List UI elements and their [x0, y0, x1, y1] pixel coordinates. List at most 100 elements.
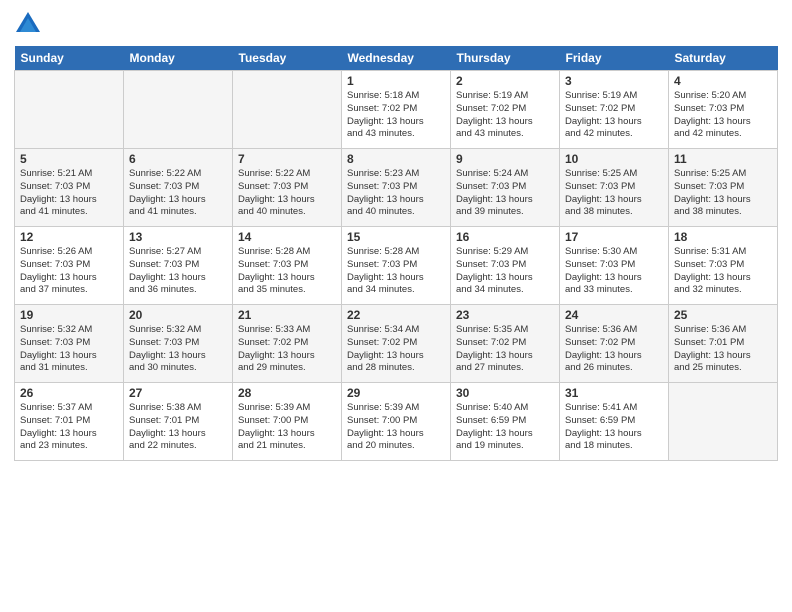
- day-number: 2: [456, 74, 554, 88]
- calendar-cell: 29Sunrise: 5:39 AM Sunset: 7:00 PM Dayli…: [342, 383, 451, 461]
- day-info: Sunrise: 5:36 AM Sunset: 7:01 PM Dayligh…: [674, 324, 772, 375]
- calendar-cell: 24 Sunrise: 5:36 AM Sunset: 7:02 PM Dayli…: [560, 305, 669, 383]
- calendar-table: SundayMondayTuesdayWednesdayThursdayFrid…: [14, 46, 778, 461]
- calendar-cell: 18 Sunrise: 5:31 AM Sunset: 7:03 PM Dayli…: [669, 227, 778, 305]
- day-info: Sunrise: 5:25 AM Sunset: 7:03 PM Dayligh…: [674, 168, 772, 219]
- day-number: 27: [129, 386, 227, 400]
- col-header-thursday: Thursday: [451, 46, 560, 71]
- day-info: Sunrise: 5:35 AM Sunset: 7:02 PM Dayligh…: [456, 324, 554, 375]
- calendar-cell: 19 Sunrise: 5:32 AM Sunset: 7:03 PM Dayli…: [15, 305, 124, 383]
- calendar-cell: 15 Sunrise: 5:28 AM Sunset: 7:03 PM Dayli…: [342, 227, 451, 305]
- day-number: 1: [347, 74, 445, 88]
- calendar-cell: [15, 71, 124, 149]
- calendar-cell: 2 Sunrise: 5:19 AM Sunset: 7:02 PM Daylig…: [451, 71, 560, 149]
- col-header-sunday: Sunday: [15, 46, 124, 71]
- week-row-1: 1 Sunrise: 5:18 AM Sunset: 7:02 PM Daylig…: [15, 71, 778, 149]
- day-number: 19: [20, 308, 118, 322]
- day-info: Sunrise: 5:41 AM Sunset: 6:59 PM Dayligh…: [565, 402, 663, 453]
- calendar-cell: 20 Sunrise: 5:32 AM Sunset: 7:03 PM Dayli…: [124, 305, 233, 383]
- day-number: 5: [20, 152, 118, 166]
- col-header-saturday: Saturday: [669, 46, 778, 71]
- day-number: 21: [238, 308, 336, 322]
- day-number: 23: [456, 308, 554, 322]
- day-number: 20: [129, 308, 227, 322]
- day-info: Sunrise: 5:36 AM Sunset: 7:02 PM Dayligh…: [565, 324, 663, 375]
- calendar-cell: 13 Sunrise: 5:27 AM Sunset: 7:03 PM Dayli…: [124, 227, 233, 305]
- day-info: Sunrise: 5:27 AM Sunset: 7:03 PM Dayligh…: [129, 246, 227, 297]
- day-info: Sunrise: 5:34 AM Sunset: 7:02 PM Dayligh…: [347, 324, 445, 375]
- day-info: Sunrise: 5:22 AM Sunset: 7:03 PM Dayligh…: [238, 168, 336, 219]
- calendar-cell: [233, 71, 342, 149]
- calendar-cell: 31 Sunrise: 5:41 AM Sunset: 6:59 PM Dayli…: [560, 383, 669, 461]
- day-info: Sunrise: 5:24 AM Sunset: 7:03 PM Dayligh…: [456, 168, 554, 219]
- day-info: Sunrise: 5:20 AM Sunset: 7:03 PM Dayligh…: [674, 90, 772, 141]
- calendar-cell: [669, 383, 778, 461]
- day-info: Sunrise: 5:19 AM Sunset: 7:02 PM Dayligh…: [456, 90, 554, 141]
- day-info: Sunrise: 5:30 AM Sunset: 7:03 PM Dayligh…: [565, 246, 663, 297]
- calendar-cell: 12Sunrise: 5:26 AM Sunset: 7:03 PM Dayli…: [15, 227, 124, 305]
- day-number: 26: [20, 386, 118, 400]
- header: [14, 10, 778, 38]
- calendar-cell: 16 Sunrise: 5:29 AM Sunset: 7:03 PM Dayli…: [451, 227, 560, 305]
- logo: [14, 10, 46, 38]
- day-number: 6: [129, 152, 227, 166]
- day-number: 28: [238, 386, 336, 400]
- day-info: Sunrise: 5:28 AM Sunset: 7:03 PM Dayligh…: [347, 246, 445, 297]
- day-number: 18: [674, 230, 772, 244]
- calendar-cell: 11 Sunrise: 5:25 AM Sunset: 7:03 PM Dayli…: [669, 149, 778, 227]
- day-number: 9: [456, 152, 554, 166]
- day-number: 22: [347, 308, 445, 322]
- day-info: Sunrise: 5:18 AM Sunset: 7:02 PM Dayligh…: [347, 90, 445, 141]
- calendar-cell: 8 Sunrise: 5:23 AM Sunset: 7:03 PM Daylig…: [342, 149, 451, 227]
- day-info: Sunrise: 5:32 AM Sunset: 7:03 PM Dayligh…: [129, 324, 227, 375]
- day-info: Sunrise: 5:22 AM Sunset: 7:03 PM Dayligh…: [129, 168, 227, 219]
- day-info: Sunrise: 5:23 AM Sunset: 7:03 PM Dayligh…: [347, 168, 445, 219]
- day-info: Sunrise: 5:19 AM Sunset: 7:02 PM Dayligh…: [565, 90, 663, 141]
- day-info: Sunrise: 5:28 AM Sunset: 7:03 PM Dayligh…: [238, 246, 336, 297]
- day-number: 25: [674, 308, 772, 322]
- logo-icon: [14, 10, 42, 38]
- calendar-cell: 17 Sunrise: 5:30 AM Sunset: 7:03 PM Dayli…: [560, 227, 669, 305]
- day-info: Sunrise: 5:29 AM Sunset: 7:03 PM Dayligh…: [456, 246, 554, 297]
- calendar-cell: 22 Sunrise: 5:34 AM Sunset: 7:02 PM Dayli…: [342, 305, 451, 383]
- day-number: 31: [565, 386, 663, 400]
- week-row-5: 26 Sunrise: 5:37 AM Sunset: 7:01 PM Dayli…: [15, 383, 778, 461]
- day-info: Sunrise: 5:33 AM Sunset: 7:02 PM Dayligh…: [238, 324, 336, 375]
- day-info: Sunrise: 5:32 AM Sunset: 7:03 PM Dayligh…: [20, 324, 118, 375]
- day-info: Sunrise: 5:25 AM Sunset: 7:03 PM Dayligh…: [565, 168, 663, 219]
- calendar-cell: 14 Sunrise: 5:28 AM Sunset: 7:03 PM Dayli…: [233, 227, 342, 305]
- calendar-cell: 25 Sunrise: 5:36 AM Sunset: 7:01 PM Dayli…: [669, 305, 778, 383]
- calendar-cell: 7 Sunrise: 5:22 AM Sunset: 7:03 PM Daylig…: [233, 149, 342, 227]
- calendar-cell: 21 Sunrise: 5:33 AM Sunset: 7:02 PM Dayli…: [233, 305, 342, 383]
- day-info: Sunrise: 5:38 AM Sunset: 7:01 PM Dayligh…: [129, 402, 227, 453]
- day-number: 17: [565, 230, 663, 244]
- day-number: 13: [129, 230, 227, 244]
- day-info: Sunrise: 5:31 AM Sunset: 7:03 PM Dayligh…: [674, 246, 772, 297]
- day-number: 14: [238, 230, 336, 244]
- day-number: 3: [565, 74, 663, 88]
- day-info: Sunrise: 5:37 AM Sunset: 7:01 PM Dayligh…: [20, 402, 118, 453]
- day-number: 30: [456, 386, 554, 400]
- calendar-cell: 10 Sunrise: 5:25 AM Sunset: 7:03 PM Dayli…: [560, 149, 669, 227]
- calendar-cell: 30Sunrise: 5:40 AM Sunset: 6:59 PM Dayli…: [451, 383, 560, 461]
- col-header-tuesday: Tuesday: [233, 46, 342, 71]
- day-number: 4: [674, 74, 772, 88]
- calendar-container: SundayMondayTuesdayWednesdayThursdayFrid…: [0, 0, 792, 471]
- col-header-friday: Friday: [560, 46, 669, 71]
- col-header-wednesday: Wednesday: [342, 46, 451, 71]
- col-header-monday: Monday: [124, 46, 233, 71]
- calendar-cell: 26 Sunrise: 5:37 AM Sunset: 7:01 PM Dayli…: [15, 383, 124, 461]
- calendar-cell: 9 Sunrise: 5:24 AM Sunset: 7:03 PM Daylig…: [451, 149, 560, 227]
- day-info: Sunrise: 5:39 AM Sunset: 7:00 PM Dayligh…: [238, 402, 336, 453]
- calendar-cell: 6 Sunrise: 5:22 AM Sunset: 7:03 PM Daylig…: [124, 149, 233, 227]
- day-number: 29: [347, 386, 445, 400]
- day-number: 8: [347, 152, 445, 166]
- day-number: 15: [347, 230, 445, 244]
- day-number: 11: [674, 152, 772, 166]
- day-number: 16: [456, 230, 554, 244]
- week-row-4: 19 Sunrise: 5:32 AM Sunset: 7:03 PM Dayli…: [15, 305, 778, 383]
- calendar-cell: 1 Sunrise: 5:18 AM Sunset: 7:02 PM Daylig…: [342, 71, 451, 149]
- day-number: 10: [565, 152, 663, 166]
- day-number: 24: [565, 308, 663, 322]
- day-number: 7: [238, 152, 336, 166]
